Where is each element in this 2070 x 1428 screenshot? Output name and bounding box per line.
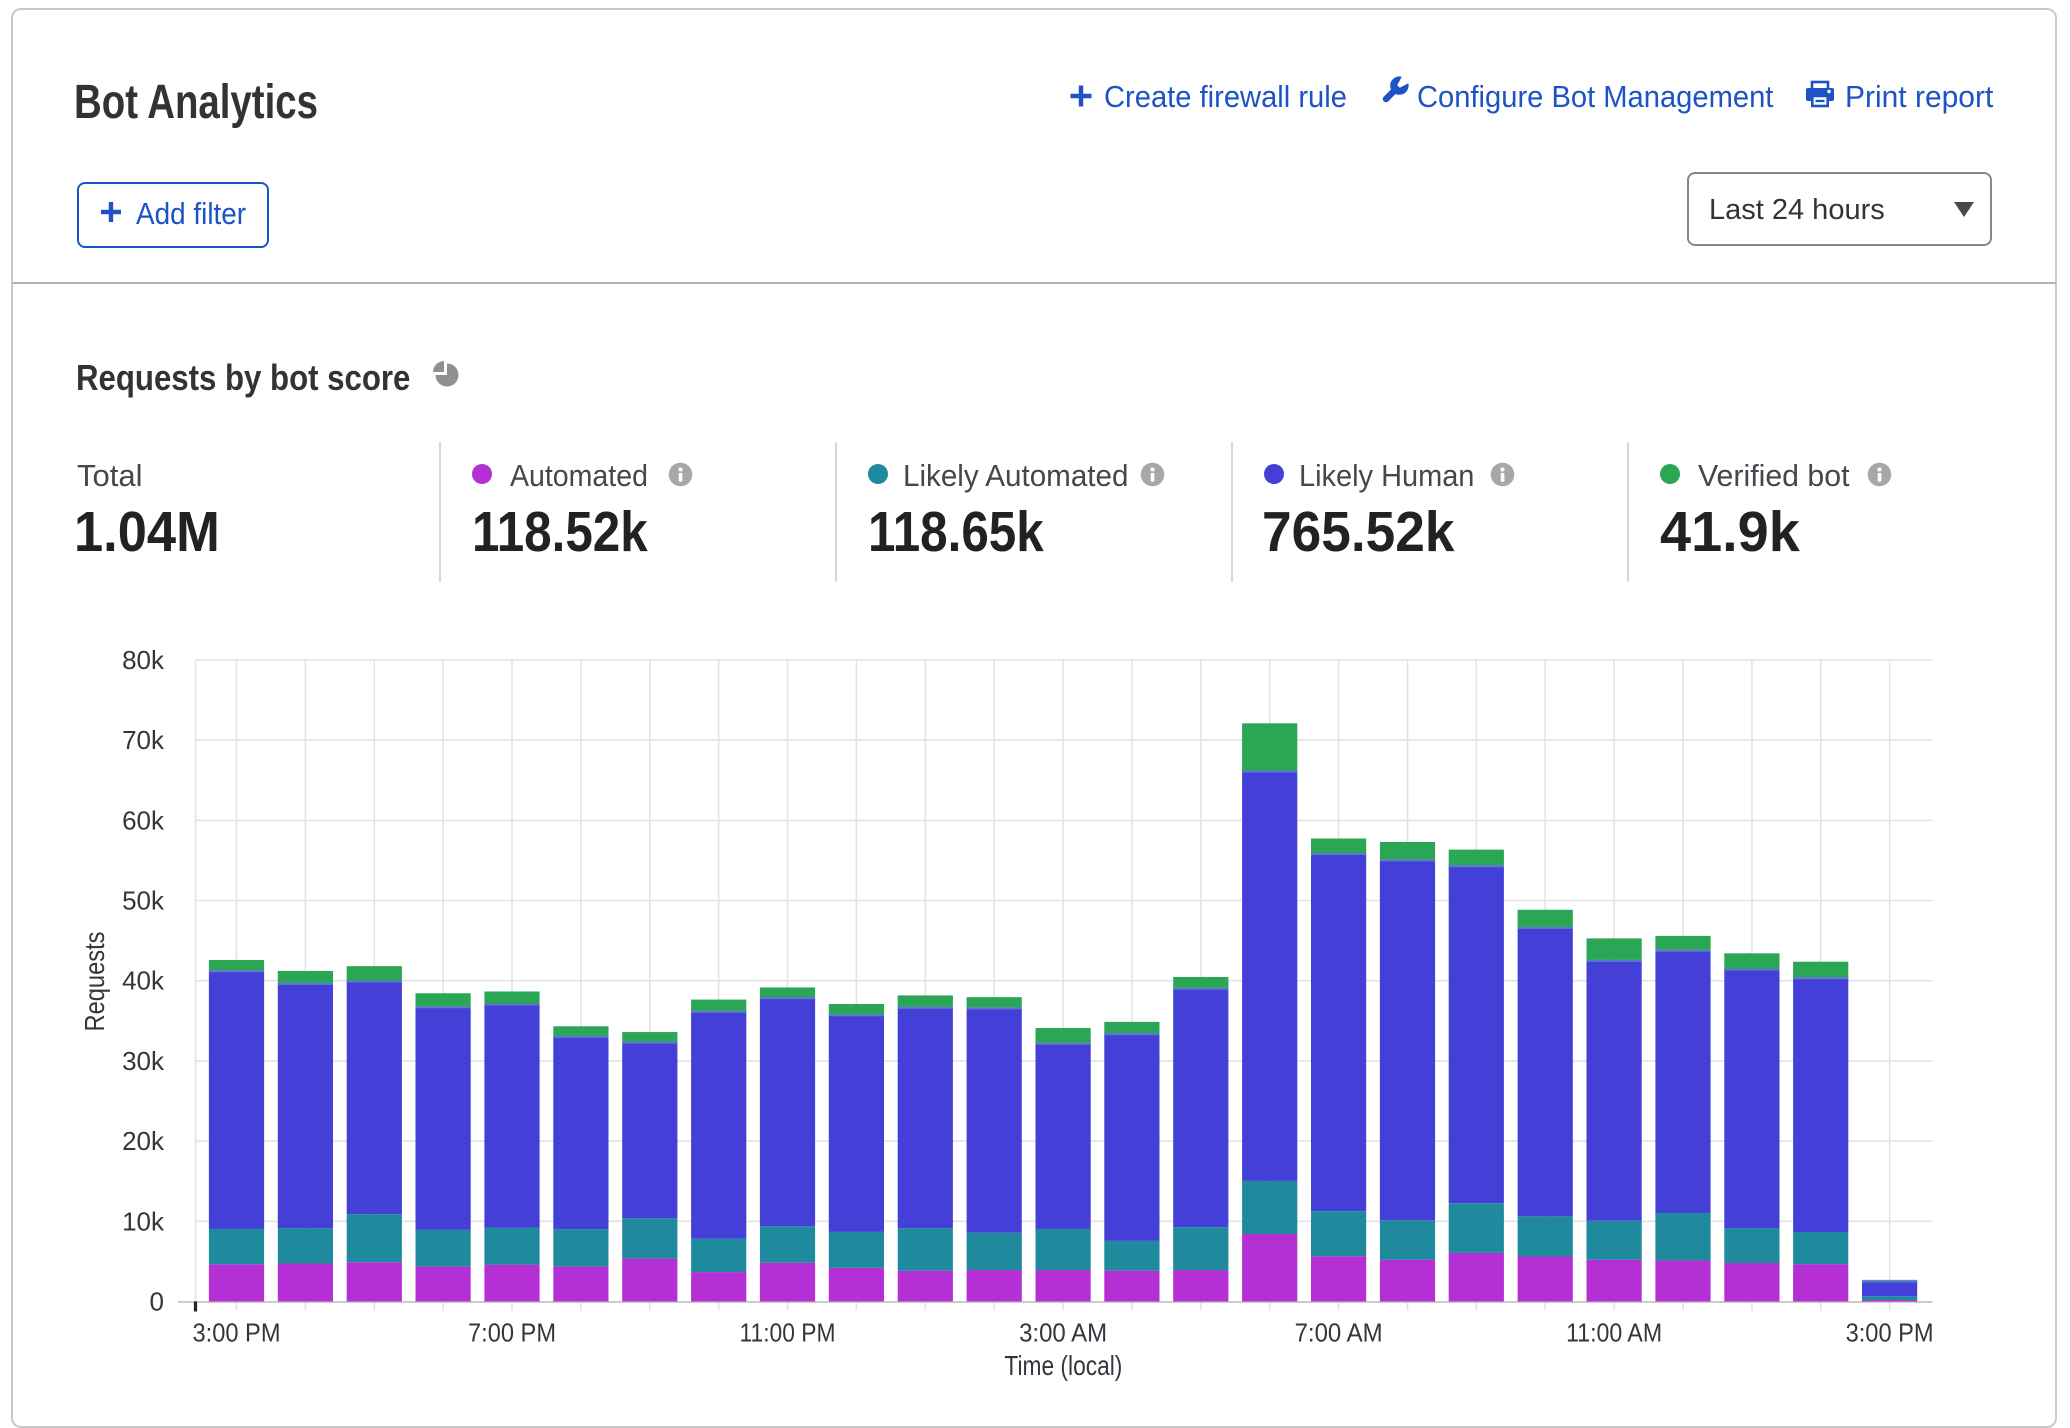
svg-text:70k: 70k — [122, 725, 165, 755]
svg-text:10k: 10k — [122, 1206, 165, 1236]
svg-text:3:00 PM: 3:00 PM — [193, 1318, 281, 1348]
svg-text:3:00 AM: 3:00 AM — [1019, 1318, 1107, 1348]
svg-text:60k: 60k — [122, 805, 165, 835]
svg-text:40k: 40k — [122, 966, 165, 996]
svg-text:80k: 80k — [122, 645, 165, 675]
svg-text:20k: 20k — [122, 1126, 165, 1156]
svg-text:30k: 30k — [122, 1046, 165, 1076]
svg-text:11:00 PM: 11:00 PM — [740, 1318, 836, 1348]
svg-text:7:00 PM: 7:00 PM — [468, 1318, 556, 1348]
svg-text:7:00 AM: 7:00 AM — [1295, 1318, 1383, 1348]
svg-text:0: 0 — [150, 1287, 164, 1317]
svg-text:11:00 AM: 11:00 AM — [1566, 1318, 1662, 1348]
svg-text:3:00 PM: 3:00 PM — [1846, 1318, 1934, 1348]
svg-text:50k: 50k — [122, 886, 165, 916]
svg-text:Time (local): Time (local) — [1004, 1350, 1122, 1381]
svg-text:Requests: Requests — [79, 932, 110, 1032]
